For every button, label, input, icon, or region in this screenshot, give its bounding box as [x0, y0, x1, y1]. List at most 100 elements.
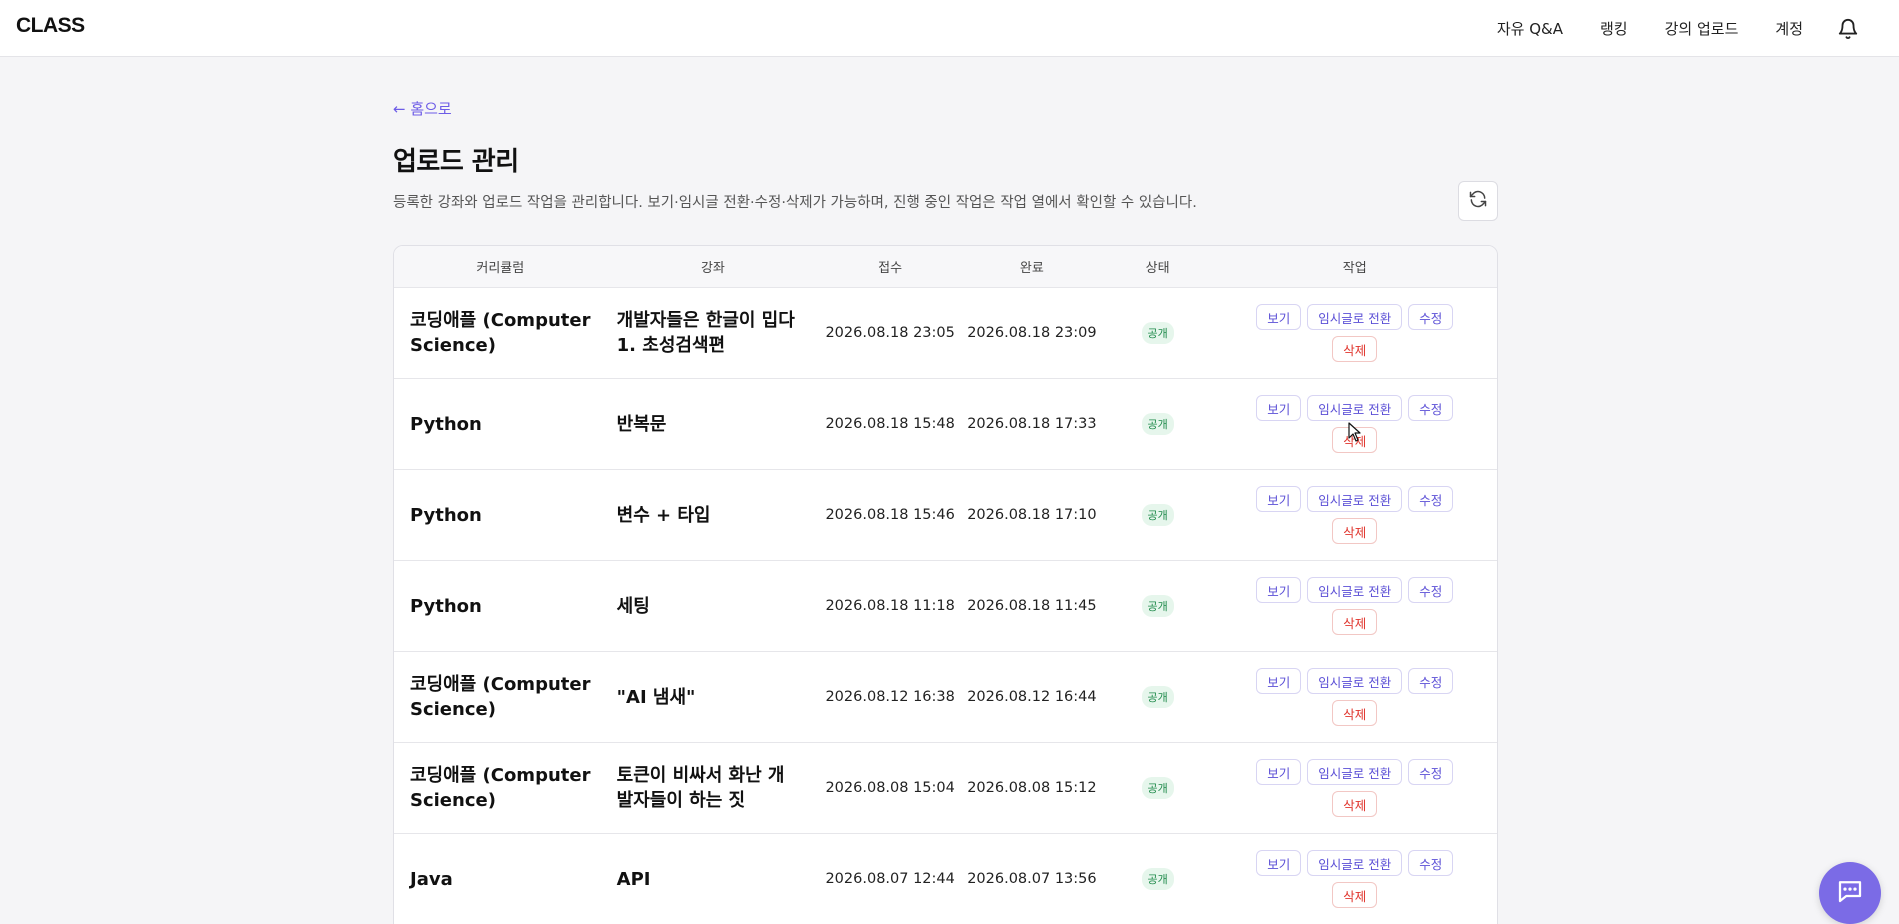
convert-to-draft-button[interactable]: 임시글로 전환 [1307, 850, 1403, 876]
convert-to-draft-button[interactable]: 임시글로 전환 [1307, 486, 1403, 512]
received-cell: 2026.08.18 11:18 [825, 598, 955, 614]
completed-cell: 2026.08.18 17:10 [967, 507, 1097, 523]
convert-to-draft-button[interactable]: 임시글로 전환 [1307, 668, 1403, 694]
edit-button[interactable]: 수정 [1408, 304, 1454, 330]
table-row: Python 반복문 2026.08.18 15:48 2026.08.18 1… [394, 379, 1497, 470]
delete-button[interactable]: 삭제 [1332, 791, 1378, 817]
lecture-cell: 세팅 [616, 595, 650, 617]
table-row: 코딩애플 (Computer Science) 개발자들은 한글이 밉다 1. … [394, 288, 1497, 379]
table-row: Java API 2026.08.07 12:44 2026.08.07 13:… [394, 834, 1497, 924]
header-status: 상태 [1145, 261, 1170, 276]
received-cell: 2026.08.18 15:46 [825, 507, 955, 523]
view-button[interactable]: 보기 [1256, 395, 1302, 421]
edit-button[interactable]: 수정 [1408, 486, 1454, 512]
completed-cell: 2026.08.18 17:33 [967, 416, 1097, 432]
edit-button[interactable]: 수정 [1408, 668, 1454, 694]
status-badge: 공개 [1141, 413, 1174, 435]
delete-button[interactable]: 삭제 [1332, 518, 1378, 544]
lecture-cell: 개발자들은 한글이 밉다 1. 초성검색편 [616, 310, 795, 356]
delete-button[interactable]: 삭제 [1332, 609, 1378, 635]
view-button[interactable]: 보기 [1256, 577, 1302, 603]
received-cell: 2026.08.07 12:44 [825, 871, 955, 887]
back-to-home-link[interactable]: ← 홈으로 [393, 98, 452, 119]
status-cell: 공개 [1103, 413, 1213, 435]
view-button[interactable]: 보기 [1256, 759, 1302, 785]
delete-button[interactable]: 삭제 [1332, 882, 1378, 908]
curriculum-cell: Python [410, 504, 482, 526]
completed-cell: 2026.08.18 23:09 [967, 325, 1097, 341]
edit-button[interactable]: 수정 [1408, 850, 1454, 876]
status-cell: 공개 [1103, 777, 1213, 799]
nav-item-account[interactable]: 계정 [1775, 18, 1803, 39]
actions-cell: 보기 임시글로 전환 수정 삭제 [1213, 486, 1497, 544]
nav-item-qna[interactable]: 자유 Q&A [1497, 18, 1563, 39]
lecture-cell: API [616, 868, 651, 890]
table-row: Python 변수 + 타입 2026.08.18 15:46 2026.08.… [394, 470, 1497, 561]
view-button[interactable]: 보기 [1256, 486, 1302, 512]
actions-cell: 보기 임시글로 전환 수정 삭제 [1213, 850, 1497, 908]
received-cell: 2026.08.18 15:48 [825, 416, 955, 432]
completed-cell: 2026.08.12 16:44 [967, 689, 1097, 705]
page-title: 업로드 관리 [393, 147, 519, 177]
header-lecture: 강좌 [700, 261, 725, 276]
lecture-cell: 토큰이 비싸서 화난 개발자들이 하는 짓 [616, 765, 785, 811]
delete-button[interactable]: 삭제 [1332, 336, 1378, 362]
actions-cell: 보기 임시글로 전환 수정 삭제 [1213, 304, 1497, 362]
page-description: 등록한 강좌와 업로드 작업을 관리합니다. 보기·임시글 전환·수정·삭제가 … [393, 195, 1197, 211]
logo[interactable]: CLASS [16, 14, 85, 38]
refresh-button[interactable] [1458, 181, 1498, 221]
status-cell: 공개 [1103, 504, 1213, 526]
status-cell: 공개 [1103, 322, 1213, 344]
actions-cell: 보기 임시글로 전환 수정 삭제 [1213, 668, 1497, 726]
convert-to-draft-button[interactable]: 임시글로 전환 [1307, 759, 1403, 785]
convert-to-draft-button[interactable]: 임시글로 전환 [1307, 577, 1403, 603]
mouse-cursor-icon [1348, 422, 1362, 442]
received-cell: 2026.08.08 15:04 [825, 780, 955, 796]
view-button[interactable]: 보기 [1256, 668, 1302, 694]
view-button[interactable]: 보기 [1256, 850, 1302, 876]
top-navigation-bar: CLASS 자유 Q&A 랭킹 강의 업로드 계정 [0, 0, 1899, 57]
curriculum-cell: Java [410, 868, 453, 890]
status-cell: 공개 [1103, 595, 1213, 617]
lecture-cell: 변수 + 타입 [616, 504, 711, 526]
header-curriculum: 커리큘럼 [476, 261, 525, 276]
status-badge: 공개 [1141, 686, 1174, 708]
table-row: 코딩애플 (Computer Science) "AI 냄새" 2026.08.… [394, 652, 1497, 743]
completed-cell: 2026.08.18 11:45 [967, 598, 1097, 614]
lecture-cell: 반복문 [616, 413, 667, 435]
convert-to-draft-button[interactable]: 임시글로 전환 [1307, 304, 1403, 330]
upload-table: 커리큘럼 강좌 접수 완료 상태 작업 코딩애플 (Computer Scien… [393, 245, 1498, 924]
header-actions: 작업 [1342, 261, 1367, 276]
status-badge: 공개 [1141, 322, 1174, 344]
view-button[interactable]: 보기 [1256, 304, 1302, 330]
table-header: 커리큘럼 강좌 접수 완료 상태 작업 [394, 246, 1497, 288]
chat-icon [1835, 876, 1865, 910]
status-badge: 공개 [1141, 504, 1174, 526]
completed-cell: 2026.08.07 13:56 [967, 871, 1097, 887]
completed-cell: 2026.08.08 15:12 [967, 780, 1097, 796]
edit-button[interactable]: 수정 [1408, 759, 1454, 785]
edit-button[interactable]: 수정 [1408, 395, 1454, 421]
main-nav: 자유 Q&A 랭킹 강의 업로드 계정 [1460, 0, 1859, 57]
chat-button[interactable] [1819, 862, 1881, 924]
edit-button[interactable]: 수정 [1408, 577, 1454, 603]
table-row: 코딩애플 (Computer Science) 토큰이 비싸서 화난 개발자들이… [394, 743, 1497, 834]
received-cell: 2026.08.12 16:38 [825, 689, 955, 705]
table-row: Python 세팅 2026.08.18 11:18 2026.08.18 11… [394, 561, 1497, 652]
header-completed: 완료 [1019, 261, 1044, 276]
bell-icon[interactable] [1837, 18, 1859, 40]
curriculum-cell: 코딩애플 (Computer Science) [410, 765, 591, 811]
lecture-cell: "AI 냄새" [616, 686, 696, 708]
refresh-icon [1468, 189, 1488, 213]
convert-to-draft-button[interactable]: 임시글로 전환 [1307, 395, 1403, 421]
status-badge: 공개 [1141, 777, 1174, 799]
curriculum-cell: 코딩애플 (Computer Science) [410, 310, 591, 356]
delete-button[interactable]: 삭제 [1332, 700, 1378, 726]
curriculum-cell: 코딩애플 (Computer Science) [410, 674, 591, 720]
status-cell: 공개 [1103, 686, 1213, 708]
nav-item-ranking[interactable]: 랭킹 [1600, 18, 1628, 39]
nav-item-upload[interactable]: 강의 업로드 [1665, 18, 1739, 39]
curriculum-cell: Python [410, 595, 482, 617]
header-received: 접수 [878, 261, 903, 276]
received-cell: 2026.08.18 23:05 [825, 325, 955, 341]
